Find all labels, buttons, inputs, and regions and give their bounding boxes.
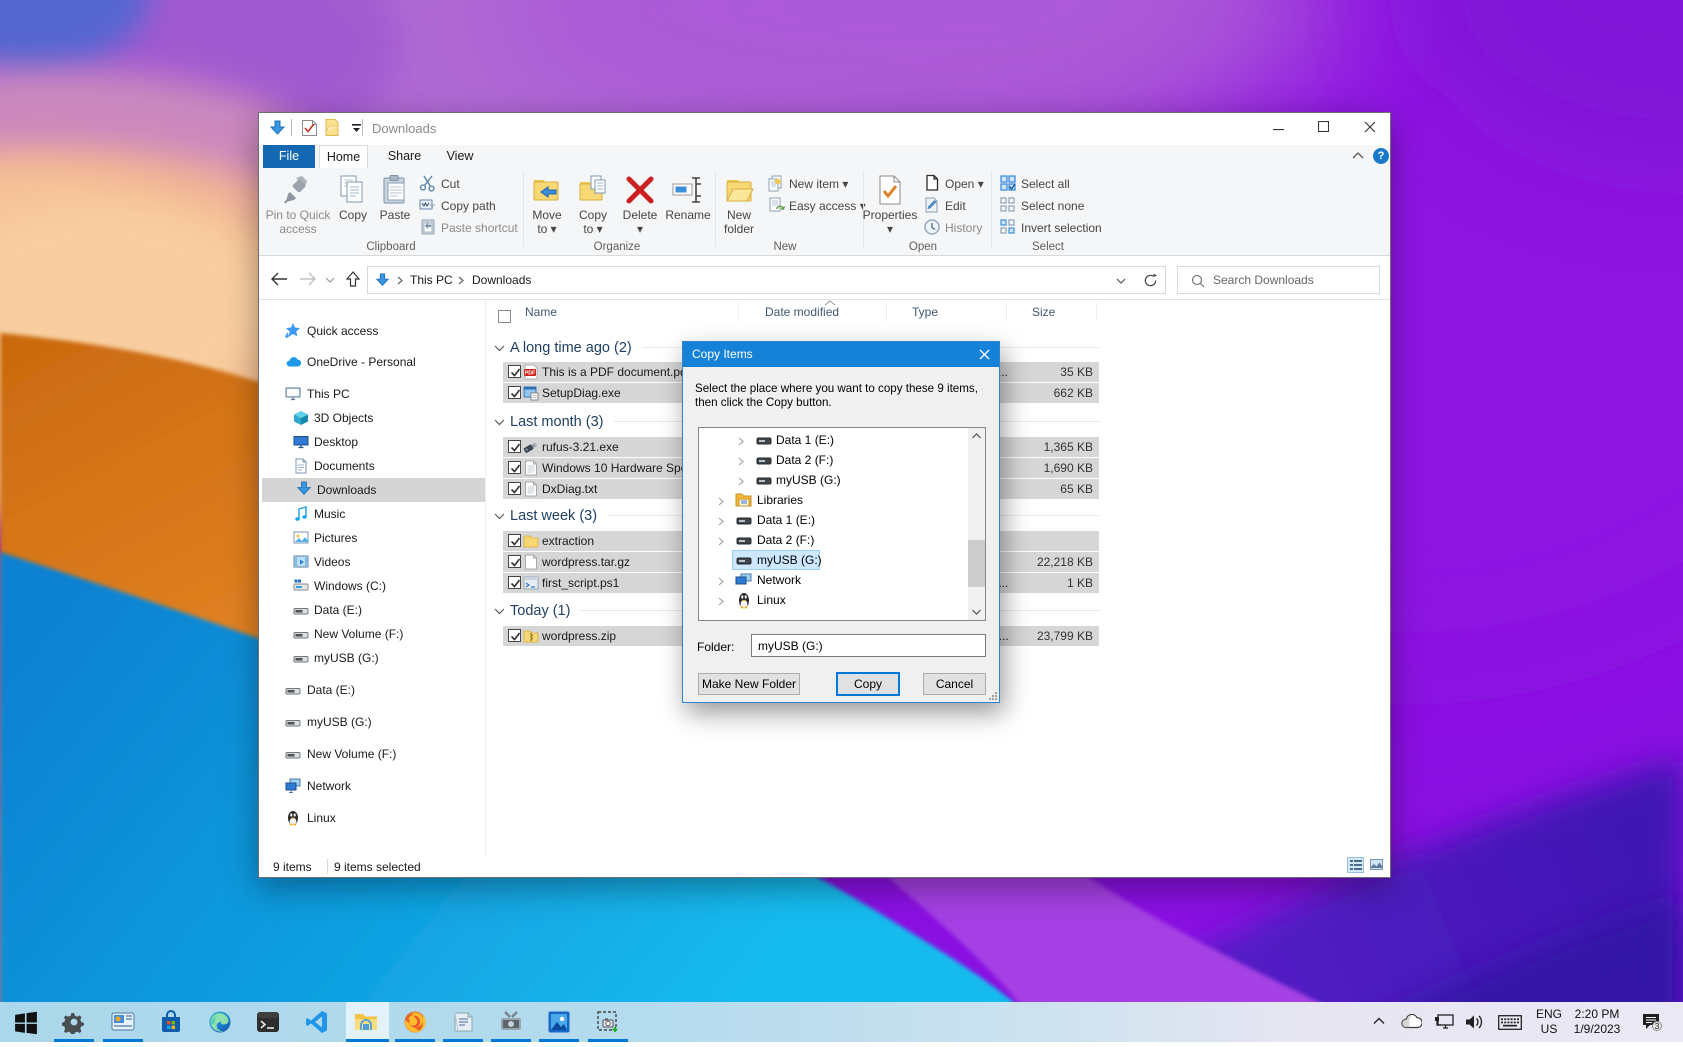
svg-text:PDF: PDF (525, 371, 535, 377)
svg-text:3: 3 (1655, 1021, 1660, 1031)
